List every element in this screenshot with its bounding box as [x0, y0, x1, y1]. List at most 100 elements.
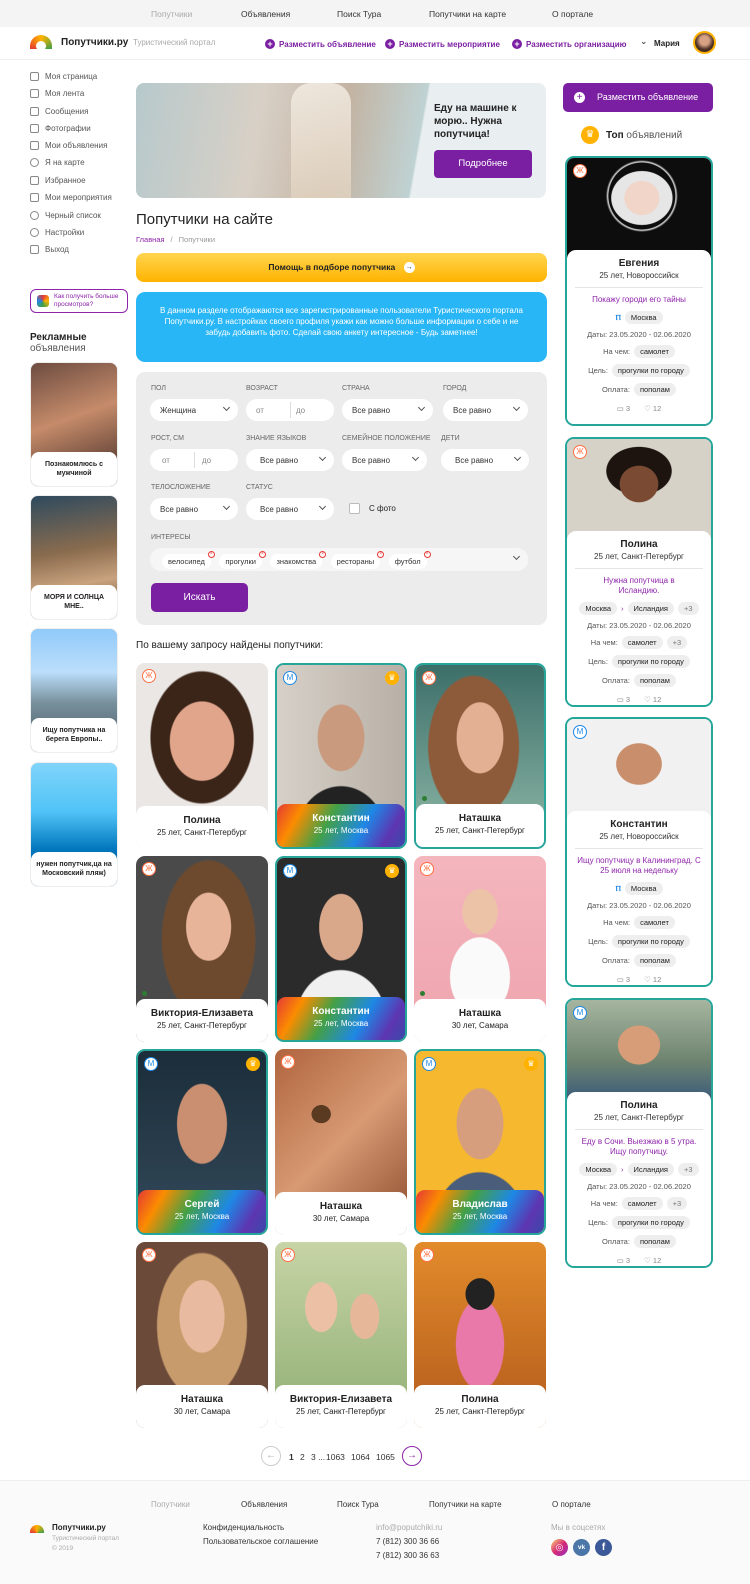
footer-nav-map[interactable]: Попутчики на карте — [429, 1500, 502, 1509]
avatar[interactable] — [693, 31, 716, 54]
ad-card[interactable]: Познакомлюсь с мужчиной — [30, 362, 118, 487]
sidebar-item-photos[interactable]: Фотографии — [30, 124, 91, 133]
status-select[interactable]: Все равно — [246, 498, 334, 520]
person-card[interactable]: М ♛ Владислав 25 лет, Москва — [414, 1049, 546, 1235]
post-ad-link[interactable]: + Разместить объявление — [265, 39, 376, 49]
sidebar-item-feed[interactable]: Моя лента — [30, 89, 84, 98]
height-to-input[interactable]: до — [202, 456, 211, 465]
comment-icon[interactable]: ▭ 3 — [617, 404, 630, 413]
help-button[interactable]: Помощь в подборе попутчика → — [136, 253, 547, 282]
logo-icon[interactable] — [30, 35, 52, 49]
children-select[interactable]: Все равно — [441, 449, 529, 471]
chevron-down-icon[interactable]: ⌄ — [640, 36, 648, 47]
post-event-link[interactable]: + Разместить мероприятие — [385, 39, 500, 49]
brand-name[interactable]: Попутчики.ру — [61, 37, 128, 48]
top-ad-card[interactable]: М Константин 25 лет, Новороссийск Ищу по… — [565, 717, 713, 987]
sidebar-item-messages[interactable]: Сообщения — [30, 107, 88, 116]
close-icon[interactable]: × — [423, 551, 431, 558]
top-ad-card[interactable]: М Полина 25 лет, Санкт-Петербург Еду в С… — [565, 998, 713, 1268]
body-select[interactable]: Все равно — [150, 498, 238, 520]
close-icon[interactable]: × — [207, 551, 215, 558]
interest-tag[interactable]: рестораны × — [330, 551, 385, 569]
interest-tag[interactable]: футбол × — [388, 551, 431, 569]
footer-phone[interactable]: 7 (812) 300 36 66 — [376, 1537, 439, 1546]
search-button[interactable]: Искать — [151, 583, 248, 612]
sidebar-item-settings[interactable]: Настройки — [30, 228, 84, 237]
sidebar-item-blacklist[interactable]: Черный список — [30, 211, 101, 220]
privacy-link[interactable]: Конфиденциальность — [203, 1523, 284, 1532]
person-card[interactable]: М ♛ Константин 25 лет, Москва — [275, 663, 407, 849]
interest-tag[interactable]: прогулки × — [219, 551, 266, 569]
ad-card[interactable]: Ищу попутчика на берега Европы.. — [30, 628, 118, 753]
height-from-input[interactable]: от — [162, 456, 170, 465]
page-link[interactable]: 2 — [300, 1452, 305, 1462]
terms-link[interactable]: Пользовательское соглашение — [203, 1537, 318, 1546]
person-card[interactable]: М ♛ Константин 25 лет, Москва — [275, 856, 407, 1042]
top-ad-card[interactable]: Ж Евгения 25 лет, Новороссийск Покажу го… — [565, 156, 713, 426]
topnav-poputchiki[interactable]: Попутчики — [151, 9, 192, 19]
topnav-tour-search[interactable]: Поиск Тура — [337, 9, 381, 19]
city-select[interactable]: Все равно — [443, 399, 528, 421]
sidebar-item-favorites[interactable]: Избранное — [30, 176, 86, 185]
heart-icon[interactable]: ♡ 12 — [644, 695, 661, 704]
heart-icon[interactable]: ♡ 12 — [644, 404, 661, 413]
prev-page-button[interactable]: ← — [261, 1446, 281, 1466]
person-card[interactable]: Ж Наташка 25 лет, Санкт-Петербург — [414, 663, 546, 849]
person-card[interactable]: Ж Виктория-Елизавета 25 лет, Санкт-Петерб… — [275, 1242, 407, 1428]
close-icon[interactable]: × — [258, 551, 266, 558]
instagram-icon[interactable]: ◎ — [551, 1539, 568, 1556]
interest-tag[interactable]: знакомства × — [270, 551, 327, 569]
page-link[interactable]: 1065 — [376, 1452, 395, 1462]
sidebar-item-events[interactable]: Мои мероприятия — [30, 193, 112, 202]
footer-nav-tour-search[interactable]: Поиск Тура — [337, 1500, 379, 1509]
footer-phone[interactable]: 7 (812) 300 36 63 — [376, 1551, 439, 1560]
user-name[interactable]: Мария — [654, 39, 680, 48]
country-select[interactable]: Все равно — [342, 399, 433, 421]
person-card[interactable]: Ж Наташка 30 лет, Самара — [136, 1242, 268, 1428]
comment-icon[interactable]: ▭ 3 — [617, 1256, 630, 1265]
top-ad-card[interactable]: Ж Полина 25 лет, Санкт-Петербург Нужна п… — [565, 437, 713, 707]
footer-nav-about[interactable]: О портале — [552, 1500, 591, 1509]
languages-select[interactable]: Все равно — [246, 449, 334, 471]
person-card[interactable]: Ж Виктория-Елизавета 25 лет, Санкт-Петерб… — [136, 856, 268, 1042]
topnav-ads[interactable]: Объявления — [241, 9, 290, 19]
person-card[interactable]: Ж Наташка 30 лет, Самара — [414, 856, 546, 1042]
footer-nav-poputchiki[interactable]: Попутчики — [151, 1500, 190, 1509]
breadcrumb-home[interactable]: Главная — [136, 235, 165, 244]
footer-nav-ads[interactable]: Объявления — [241, 1500, 287, 1509]
post-org-link[interactable]: + Разместить организацию — [512, 39, 626, 49]
person-card[interactable]: Ж Полина 25 лет, Санкт-Петербург — [414, 1242, 546, 1428]
ad-card[interactable]: нужен попутчик,ца на Московский пляж) — [30, 762, 118, 887]
promo-link[interactable]: Как получить больше просмотров? — [30, 289, 128, 313]
topnav-map[interactable]: Попутчики на карте — [429, 9, 506, 19]
post-ad-button[interactable]: + Разместить объявление — [563, 83, 713, 112]
photo-checkbox[interactable] — [349, 503, 360, 514]
person-card[interactable]: Ж Полина 25 лет, Санкт-Петербург — [136, 663, 268, 849]
marital-select[interactable]: Все равно — [342, 449, 427, 471]
topnav-about[interactable]: О портале — [552, 9, 593, 19]
heart-icon[interactable]: ♡ 12 — [644, 975, 661, 984]
logo-icon[interactable] — [30, 1525, 44, 1533]
gender-select[interactable]: Женщина — [150, 399, 238, 421]
person-card[interactable]: М ♛ Сергей 25 лет, Москва — [136, 1049, 268, 1235]
close-icon[interactable]: × — [377, 551, 385, 558]
sidebar-item-my-page[interactable]: Моя страница — [30, 72, 97, 81]
heart-icon[interactable]: ♡ 12 — [644, 1256, 661, 1265]
footer-email[interactable]: info@poputchiki.ru — [376, 1523, 442, 1532]
sidebar-item-logout[interactable]: Выход — [30, 245, 69, 254]
ad-card[interactable]: МОРЯ И СОЛНЦА МНЕ.. — [30, 495, 118, 620]
banner-details-button[interactable]: Подробнее — [434, 150, 532, 178]
interest-tag[interactable]: велосипед × — [162, 551, 215, 569]
comment-icon[interactable]: ▭ 3 — [617, 975, 630, 984]
page-link[interactable]: 1 — [289, 1452, 294, 1462]
vk-icon[interactable]: vk — [573, 1539, 590, 1556]
close-icon[interactable]: × — [319, 551, 327, 558]
promo-banner[interactable]: Еду на машине к морю.. Нужна попутчица! … — [136, 83, 546, 198]
person-card[interactable]: Ж Наташка 30 лет, Самара — [275, 1049, 407, 1235]
page-link[interactable]: 3 ... — [311, 1452, 325, 1462]
sidebar-item-map[interactable]: Я на карте — [30, 158, 85, 167]
age-to-input[interactable]: до — [296, 406, 305, 415]
facebook-icon[interactable]: f — [595, 1539, 612, 1556]
comment-icon[interactable]: ▭ 3 — [617, 695, 630, 704]
page-link[interactable]: 1064 — [351, 1452, 370, 1462]
